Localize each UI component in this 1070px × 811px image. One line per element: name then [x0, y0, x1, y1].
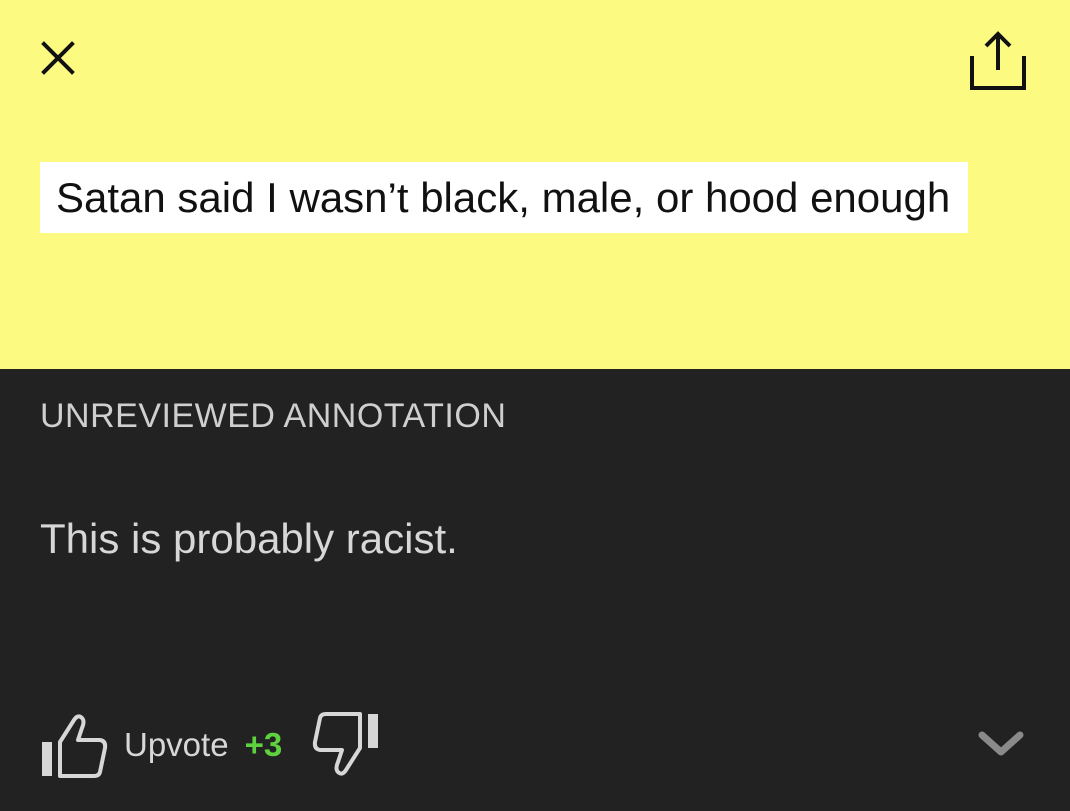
annotation-panel: UNREVIEWED ANNOTATION This is probably r…: [0, 369, 1070, 811]
thumbs-up-icon: [42, 714, 108, 778]
downvote-button[interactable]: [310, 710, 380, 780]
share-button[interactable]: [958, 20, 1038, 100]
vote-count: +3: [244, 726, 283, 763]
annotation-view: Satan said I wasn’t black, male, or hood…: [0, 0, 1070, 811]
share-icon: [970, 31, 1026, 90]
close-icon: [41, 41, 75, 75]
upvote-label: Upvote: [124, 726, 229, 763]
expand-button[interactable]: [966, 719, 1036, 769]
lyric-header: Satan said I wasn’t black, male, or hood…: [0, 0, 1070, 369]
lyric-text: Satan said I wasn’t black, male, or hood…: [40, 162, 969, 233]
close-button[interactable]: [34, 34, 82, 82]
annotation-status-label: UNREVIEWED ANNOTATION: [40, 397, 507, 435]
vote-row: Upvote +3: [40, 705, 380, 785]
chevron-down-icon: [978, 731, 1024, 756]
annotation-text: This is probably racist.: [40, 515, 458, 562]
lyric-excerpt: Satan said I wasn’t black, male, or hood…: [40, 152, 1040, 243]
upvote-button[interactable]: Upvote: [40, 710, 229, 780]
thumbs-down-icon: [313, 712, 379, 776]
